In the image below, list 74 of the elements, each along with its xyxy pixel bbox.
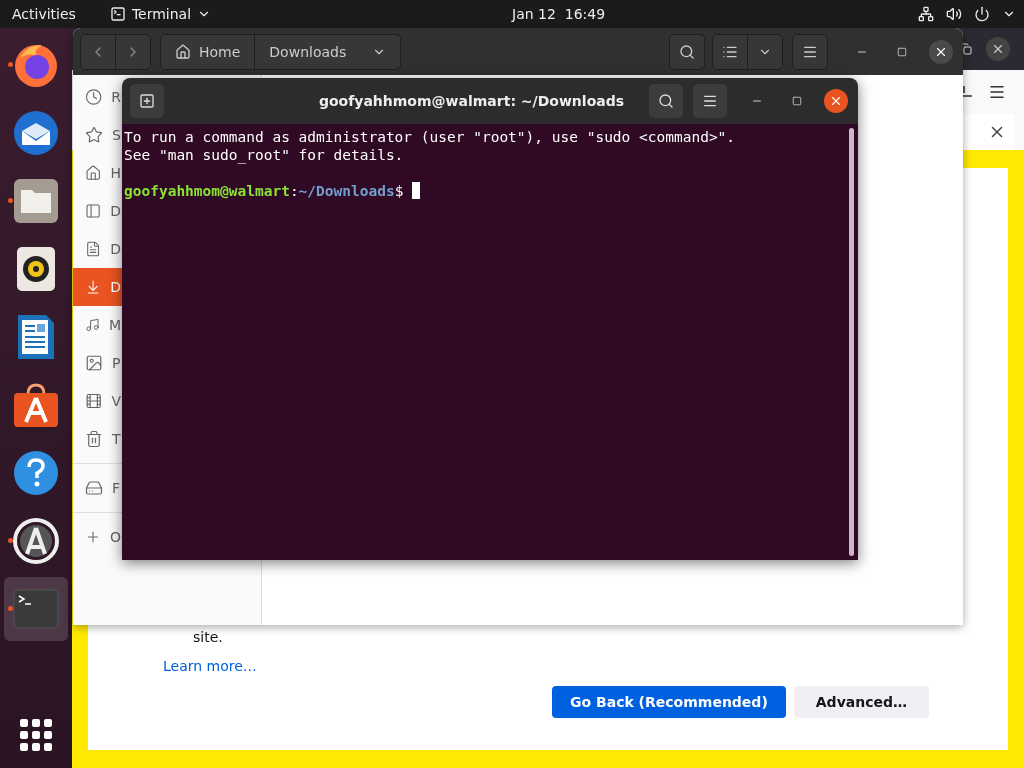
volume-icon[interactable] — [946, 6, 962, 22]
mail-icon — [12, 109, 60, 157]
go-back-button[interactable]: Go Back (Recommended) — [552, 686, 786, 718]
network-icon[interactable] — [918, 6, 934, 22]
close-button[interactable] — [986, 37, 1010, 61]
sidebar-item[interactable]: F — [73, 469, 121, 507]
app-menu[interactable]: Terminal — [109, 6, 212, 22]
new-tab-icon — [139, 93, 155, 109]
path-segment[interactable]: Home — [161, 34, 255, 69]
sidebar-item[interactable]: M — [73, 306, 121, 344]
scrollbar[interactable] — [849, 128, 854, 556]
body-text: site. — [193, 628, 224, 646]
prompt-symbol: $ — [394, 182, 404, 200]
terminal-icon — [13, 589, 59, 629]
drive-icon — [85, 479, 103, 497]
menu-icon[interactable] — [988, 83, 1006, 101]
close-icon — [991, 42, 1005, 56]
home-icon — [175, 43, 191, 60]
sidebar-item[interactable]: O — [73, 518, 121, 556]
trash-icon — [85, 430, 103, 448]
close-button[interactable] — [929, 39, 953, 64]
sidebar-item[interactable]: P — [73, 344, 121, 382]
search-icon — [679, 43, 695, 60]
image-icon — [85, 354, 103, 372]
sidebar-item[interactable]: R — [73, 78, 121, 116]
power-icon[interactable] — [974, 6, 990, 22]
terminal-icon — [109, 6, 126, 22]
sidebar-item[interactable]: D — [73, 192, 121, 230]
path-bar[interactable]: Home Downloads — [160, 33, 402, 70]
window-title: goofyahhmom@walmart: ~/Downloads — [317, 93, 626, 109]
terminal-line: To run a command as administrator (user "root"), use "sudo <command>". — [124, 128, 737, 146]
learn-more-link[interactable]: Learn more… — [163, 658, 257, 674]
prompt-path: ~/Downloads — [298, 182, 395, 200]
folder-icon — [13, 178, 59, 224]
text-cursor — [412, 182, 421, 199]
prompt-user: goofyahhmom@walmart — [124, 182, 290, 200]
maximize-icon — [897, 46, 907, 57]
sidebar-item[interactable]: H — [73, 154, 121, 192]
home-icon — [85, 164, 102, 182]
sidebar-item[interactable]: D — [73, 230, 121, 268]
desktop-icon — [85, 202, 102, 220]
terminal-line: See "man sudo_root" for details. — [124, 146, 405, 164]
sidebar-item[interactable]: T — [73, 420, 121, 458]
star-icon — [85, 126, 103, 144]
music-icon — [85, 316, 100, 334]
document-icon — [17, 314, 55, 360]
document-icon — [85, 240, 102, 258]
updater-icon — [13, 518, 59, 564]
help-icon — [13, 450, 59, 496]
film-icon — [85, 392, 103, 410]
path-segment[interactable]: Downloads — [254, 34, 401, 69]
new-tab-button[interactable] — [130, 84, 164, 118]
prompt-separator: : — [289, 182, 299, 200]
advanced-button[interactable]: Advanced… — [793, 686, 929, 718]
clock[interactable]: Jan 12 16:49 — [512, 6, 606, 22]
restore-icon[interactable] — [960, 43, 972, 55]
maximize-icon — [792, 96, 802, 106]
search-button[interactable] — [649, 84, 683, 118]
menu-button[interactable] — [792, 33, 828, 70]
close-button[interactable] — [824, 89, 848, 113]
search-button[interactable] — [669, 33, 705, 70]
speaker-icon — [16, 246, 56, 292]
app-grid-icon[interactable] — [20, 719, 52, 751]
menu-button[interactable] — [693, 84, 727, 118]
activities-button[interactable]: Activities — [12, 6, 76, 22]
shopping-bag-icon — [13, 382, 59, 428]
sidebar-item[interactable]: V — [73, 382, 121, 420]
menu-icon — [702, 93, 718, 109]
search-icon — [658, 93, 674, 109]
sidebar-item[interactable]: S — [73, 116, 121, 154]
download-icon[interactable] — [963, 85, 973, 99]
close-icon — [829, 94, 843, 108]
clock-icon — [85, 88, 103, 106]
view-buttons[interactable] — [712, 33, 783, 70]
